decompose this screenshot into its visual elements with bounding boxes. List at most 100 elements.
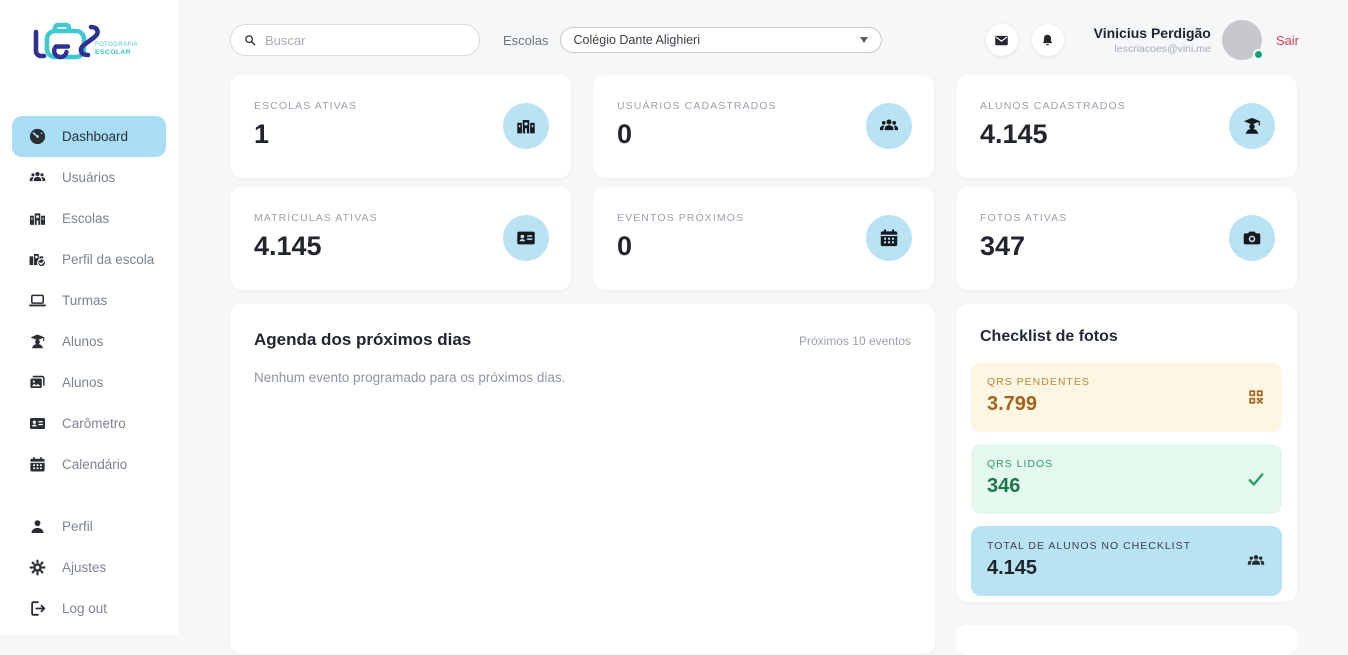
logout-icon [28,599,47,618]
users-icon [28,168,47,187]
sidebar-item-label: Dashboard [62,129,128,144]
stat-label: EVENTOS PRÓXIMOS [617,212,910,224]
bell-icon [1040,33,1055,48]
users-icon [1246,551,1266,571]
sidebar-item-label: Perfil da escola [62,252,154,267]
check-icon [1246,469,1266,489]
user-block: Vinicius Perdigão lescriacoes@vini.me [1094,25,1211,55]
search-box [230,24,480,56]
sidebar-footer: Perfil [0,506,178,629]
sidebar-item-label: Turmas [62,293,107,308]
gear-icon [28,558,47,577]
stat-card-eventos-proximos: EVENTOS PRÓXIMOS 0 [593,187,934,290]
sidebar-item-ajustes[interactable]: Ajustes [12,547,166,588]
stats-grid: ESCOLAS ATIVAS 1 USUÁRIOS CADASTRADOS 0 … [230,75,1297,290]
messages-button[interactable] [986,24,1018,56]
sidebar-nav: Dashboard Usuários Escolas Perfil da esc… [0,116,178,629]
agenda-header: Agenda dos próximos dias Próximos 10 eve… [254,330,911,350]
sidebar-item-carometro[interactable]: Carômetro [12,403,166,444]
checklist-card: Checklist de fotos QRS PENDENTES 3.799 Q… [956,304,1297,602]
stat-label: ESCOLAS ATIVAS [254,100,547,112]
school-icon [28,209,47,228]
sidebar-item-turmas[interactable]: Turmas [12,280,166,321]
main-content: Escolas Colégio Dante Alighieri Vinicius… [178,0,1348,635]
envelope-icon [994,33,1009,48]
stat-card-fotos-ativas: FOTOS ATIVAS 347 [956,187,1297,290]
brand-tagline-1: FOTOGRAFIA [95,42,138,48]
stat-label: USUÁRIOS CADASTRADOS [617,100,910,112]
photos-icon [28,373,47,392]
id-card-icon [503,215,549,261]
stat-card-alunos-cadastrados: ALUNOS CADASTRADOS 4.145 [956,75,1297,178]
sidebar-item-alunos-fotos[interactable]: Alunos [12,362,166,403]
sidebar-item-calendario[interactable]: Calendário [12,444,166,485]
sidebar-item-perfil-da-escola[interactable]: Perfil da escola [12,239,166,280]
notifications-button[interactable] [1032,24,1064,56]
calendar-icon [866,215,912,261]
stat-label: FOTOS ATIVAS [980,212,1273,224]
sidebar-item-label: Calendário [62,457,127,472]
brand-logo: FOTOGRAFIA ESCOLAR [28,20,140,79]
id-card-icon [28,414,47,433]
sidebar-item-dashboard[interactable]: Dashboard [12,116,166,157]
avatar[interactable] [1222,20,1262,60]
sidebar-item-logout[interactable]: Log out [12,588,166,629]
online-status-dot [1253,49,1264,60]
checklist-title: Checklist de fotos [980,328,1282,346]
stat-card-usuarios-cadastrados: USUÁRIOS CADASTRADOS 0 [593,75,934,178]
graduate-icon [1229,103,1275,149]
school-filter: Escolas Colégio Dante Alighieri [503,24,882,56]
brand-tagline-2: ESCOLAR [95,49,131,56]
search-icon [243,33,257,47]
users-icon [866,103,912,149]
agenda-card: Agenda dos próximos dias Próximos 10 eve… [230,304,935,654]
search-input[interactable] [265,33,467,48]
calendar-icon [28,455,47,474]
user-name: Vinicius Perdigão [1094,25,1211,41]
next-card-peek [956,625,1297,655]
checklist-item-label: TOTAL DE ALUNOS NO CHECKLIST [987,540,1266,552]
agenda-empty-message: Nenhum evento programado para os próximo… [254,370,911,385]
sidebar: FOTOGRAFIA ESCOLAR Dashboard Usuários Es… [0,0,178,635]
stat-label: ALUNOS CADASTRADOS [980,100,1273,112]
sidebar-item-label: Usuários [62,170,115,185]
stat-card-escolas-ativas: ESCOLAS ATIVAS 1 [230,75,571,178]
sidebar-item-label: Escolas [62,211,109,226]
school-filter-label: Escolas [503,33,549,48]
camera-icon [1229,215,1275,261]
checklist-item-label: QRS PENDENTES [987,376,1266,388]
checklist-item-label: QRS LIDOS [987,458,1266,470]
stat-label: MATRÍCULAS ATIVAS [254,212,547,224]
laptop-icon [28,291,47,310]
topbar-right: Vinicius Perdigão lescriacoes@vini.me Sa… [986,20,1299,60]
agenda-events-hint: Próximos 10 eventos [799,334,911,348]
user-email: lescriacoes@vini.me [1094,43,1211,55]
sidebar-item-alunos[interactable]: Alunos [12,321,166,362]
school-icon [503,103,549,149]
sidebar-item-label: Log out [62,601,107,616]
sidebar-item-label: Ajustes [62,560,106,575]
checklist-item-qrs-pendentes: QRS PENDENTES 3.799 [971,362,1282,432]
graduate-icon [28,332,47,351]
dashboard-icon [28,127,47,146]
checklist-item-total-alunos: TOTAL DE ALUNOS NO CHECKLIST 4.145 [971,526,1282,596]
stat-card-matriculas-ativas: MATRÍCULAS ATIVAS 4.145 [230,187,571,290]
agenda-title: Agenda dos próximos dias [254,330,471,350]
sidebar-item-label: Alunos [62,334,103,349]
sidebar-item-label: Perfil [62,519,93,534]
checklist-item-qrs-lidos: QRS LIDOS 346 [971,444,1282,514]
sidebar-item-usuarios[interactable]: Usuários [12,157,166,198]
sidebar-item-label: Alunos [62,375,103,390]
sidebar-item-label: Carômetro [62,416,126,431]
person-icon [28,517,47,536]
sidebar-item-perfil[interactable]: Perfil [12,506,166,547]
school-check-icon [28,250,47,269]
checklist-item-value: 346 [987,475,1266,498]
qr-code-icon [1246,387,1266,407]
logout-link[interactable]: Sair [1276,33,1299,48]
dropdown-arrow-icon [860,37,868,43]
checklist-item-value: 3.799 [987,393,1266,416]
school-select[interactable]: Colégio Dante Alighieri [560,27,882,53]
school-select-value: Colégio Dante Alighieri [574,33,700,47]
sidebar-item-escolas[interactable]: Escolas [12,198,166,239]
